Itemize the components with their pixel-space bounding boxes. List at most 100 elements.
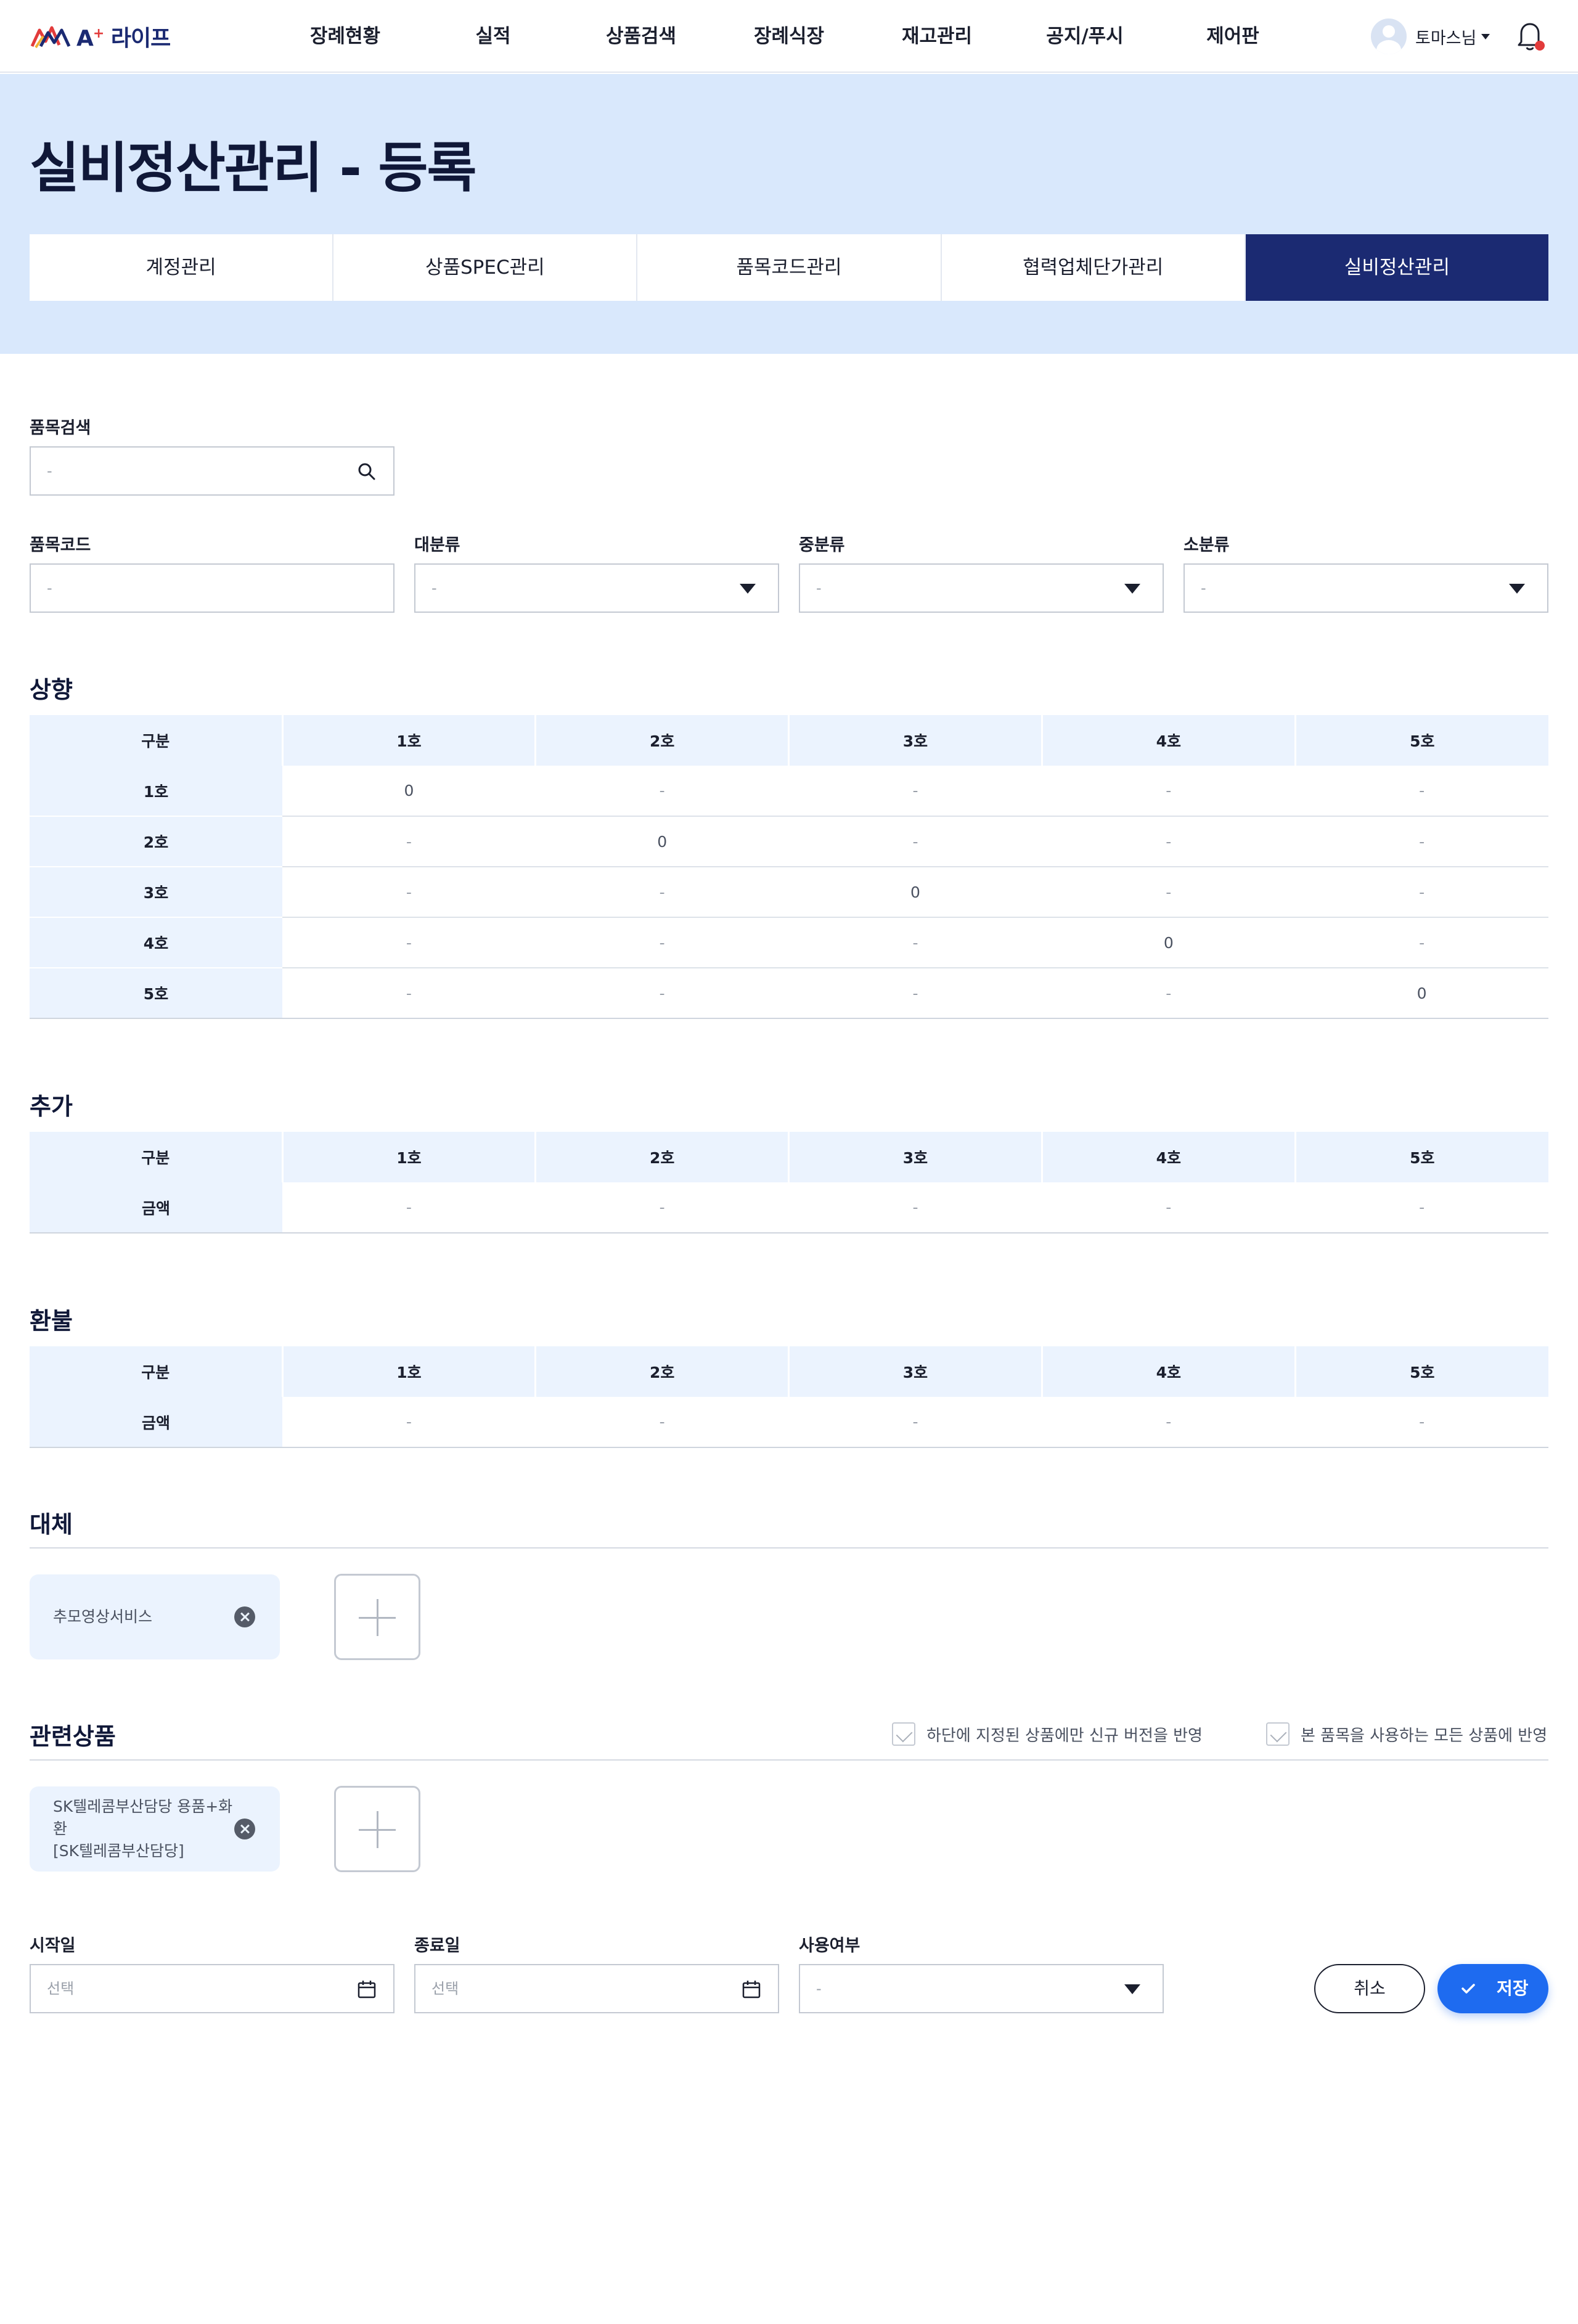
calendar-icon[interactable]	[356, 1979, 377, 2000]
table-row: 1호 0 - - - -	[30, 766, 1548, 817]
table-cell[interactable]: -	[788, 816, 1042, 867]
dropdown-arrow-icon	[1124, 1984, 1140, 1994]
add-related-product-button[interactable]	[334, 1786, 420, 1872]
row-header: 2호	[30, 816, 282, 867]
table-cell[interactable]: -	[788, 766, 1042, 817]
page-title: 실비정산관리 - 등록	[30, 136, 476, 200]
table-cell[interactable]: -	[535, 1397, 789, 1448]
remove-chip-icon[interactable]	[234, 1606, 255, 1627]
check-icon	[1461, 1984, 1475, 1994]
search-icon[interactable]	[356, 461, 377, 482]
column-header: 5호	[1295, 715, 1548, 766]
item-code-field[interactable]: -	[30, 563, 394, 613]
table-cell[interactable]: -	[788, 1397, 1042, 1448]
user-menu[interactable]: 토마스님	[1371, 18, 1490, 55]
table-header-row: 구분 1호 2호 3호 4호 5호	[30, 715, 1548, 766]
apply-all-products-checkbox[interactable]: 본 품목을 사용하는 모든 상품에 반영	[1266, 1721, 1547, 1747]
table-cell[interactable]: -	[282, 816, 536, 867]
column-header: 구분	[30, 1346, 284, 1397]
use-status-label: 사용여부	[799, 1936, 861, 1955]
table-cell[interactable]: -	[282, 867, 536, 918]
nav-funeral-status[interactable]: 장례현황	[271, 0, 419, 73]
table-cell[interactable]: -	[1042, 766, 1296, 817]
column-header: 1호	[282, 715, 537, 766]
table-cell[interactable]: -	[1295, 1397, 1548, 1448]
remove-chip-icon[interactable]	[234, 1819, 255, 1839]
table-cell[interactable]: 0	[535, 816, 789, 867]
table-header-row: 구분 1호 2호 3호 4호 5호	[30, 1132, 1548, 1182]
item-search-input[interactable]: -	[30, 446, 394, 496]
nav-performance[interactable]: 실적	[419, 0, 567, 73]
table-cell[interactable]: -	[282, 1397, 536, 1448]
table-cell[interactable]: -	[1295, 917, 1548, 968]
column-header: 5호	[1295, 1132, 1548, 1182]
chip-label: SK텔레콤부산담당 용품+화환	[53, 1798, 233, 1838]
tab-partner-price[interactable]: 협력업체단가관리	[941, 234, 1246, 301]
table-cell[interactable]: -	[1042, 1397, 1296, 1448]
cancel-button[interactable]: 취소	[1314, 1964, 1425, 2013]
table-cell[interactable]: 0	[1042, 917, 1296, 968]
column-header: 3호	[788, 1132, 1043, 1182]
column-header: 4호	[1042, 715, 1296, 766]
save-button[interactable]: 저장	[1437, 1964, 1548, 2013]
nav-funeral-hall[interactable]: 장례식장	[715, 0, 863, 73]
nav-control-panel[interactable]: 제어판	[1159, 0, 1307, 73]
start-date-field[interactable]: 선택	[30, 1964, 394, 2013]
add-substitute-button[interactable]	[334, 1574, 420, 1660]
major-category-label: 대분류	[414, 536, 460, 555]
tab-item-code[interactable]: 품목코드관리	[637, 234, 942, 301]
nav-inventory[interactable]: 재고관리	[863, 0, 1011, 73]
nav-notice-push[interactable]: 공지/푸시	[1011, 0, 1159, 73]
table-cell[interactable]: -	[1042, 816, 1296, 867]
checkbox-box[interactable]	[1266, 1722, 1290, 1746]
table-row: 3호 - - 0 - -	[30, 867, 1548, 918]
table-cell[interactable]: -	[282, 968, 536, 1019]
row-header: 4호	[30, 917, 282, 968]
table-cell[interactable]: -	[788, 968, 1042, 1019]
table-cell[interactable]: -	[535, 867, 789, 918]
logo-mark-icon	[30, 26, 71, 49]
table-cell[interactable]: -	[535, 1182, 789, 1234]
dropdown-arrow-icon	[740, 584, 756, 594]
table-cell[interactable]: -	[1295, 816, 1548, 867]
table-cell[interactable]: -	[1042, 867, 1296, 918]
table-cell[interactable]: 0	[1295, 968, 1548, 1019]
refund-table: 구분 1호 2호 3호 4호 5호 금액 - - - - -	[30, 1346, 1548, 1448]
checkbox-box[interactable]	[892, 1722, 915, 1746]
nav-product-search[interactable]: 상품검색	[567, 0, 715, 73]
table-cell[interactable]: -	[788, 917, 1042, 968]
table-cell[interactable]: 0	[788, 867, 1042, 918]
brand-logo[interactable]: A+ 라이프	[30, 21, 171, 52]
use-status-select[interactable]: -	[799, 1964, 1164, 2013]
major-category-select[interactable]: -	[414, 563, 779, 613]
notification-bell-icon[interactable]	[1514, 20, 1546, 53]
table-cell[interactable]: -	[1042, 1182, 1296, 1234]
table-row: 2호 - 0 - - -	[30, 816, 1548, 867]
column-header: 구분	[30, 1132, 284, 1182]
section-divider	[30, 1547, 1548, 1549]
table-cell[interactable]: -	[282, 1182, 536, 1234]
logo-text: A+ 라이프	[76, 26, 171, 51]
apply-specified-products-checkbox[interactable]: 하단에 지정된 상품에만 신규 버전을 반영	[892, 1721, 1203, 1747]
table-cell[interactable]: -	[535, 968, 789, 1019]
table-cell[interactable]: -	[1295, 766, 1548, 817]
column-header: 1호	[282, 1132, 537, 1182]
table-cell[interactable]: -	[1042, 968, 1296, 1019]
tab-expense-settlement[interactable]: 실비정산관리	[1245, 234, 1549, 301]
table-cell[interactable]: -	[535, 917, 789, 968]
table-cell[interactable]: -	[535, 766, 789, 817]
middle-category-select[interactable]: -	[799, 563, 1164, 613]
addition-section-title: 추가	[30, 1093, 73, 1120]
tab-product-spec[interactable]: 상품SPEC관리	[333, 234, 638, 301]
table-cell[interactable]: 0	[282, 766, 536, 817]
table-cell[interactable]: -	[1295, 867, 1548, 918]
column-header: 5호	[1295, 1346, 1548, 1397]
calendar-icon[interactable]	[741, 1979, 762, 2000]
table-cell[interactable]: -	[788, 1182, 1042, 1234]
table-cell[interactable]: -	[1295, 1182, 1548, 1234]
tab-account[interactable]: 계정관리	[30, 234, 334, 301]
minor-category-select[interactable]: -	[1184, 563, 1548, 613]
end-date-field[interactable]: 선택	[414, 1964, 779, 2013]
table-cell[interactable]: -	[282, 917, 536, 968]
table-header-row: 구분 1호 2호 3호 4호 5호	[30, 1346, 1548, 1397]
